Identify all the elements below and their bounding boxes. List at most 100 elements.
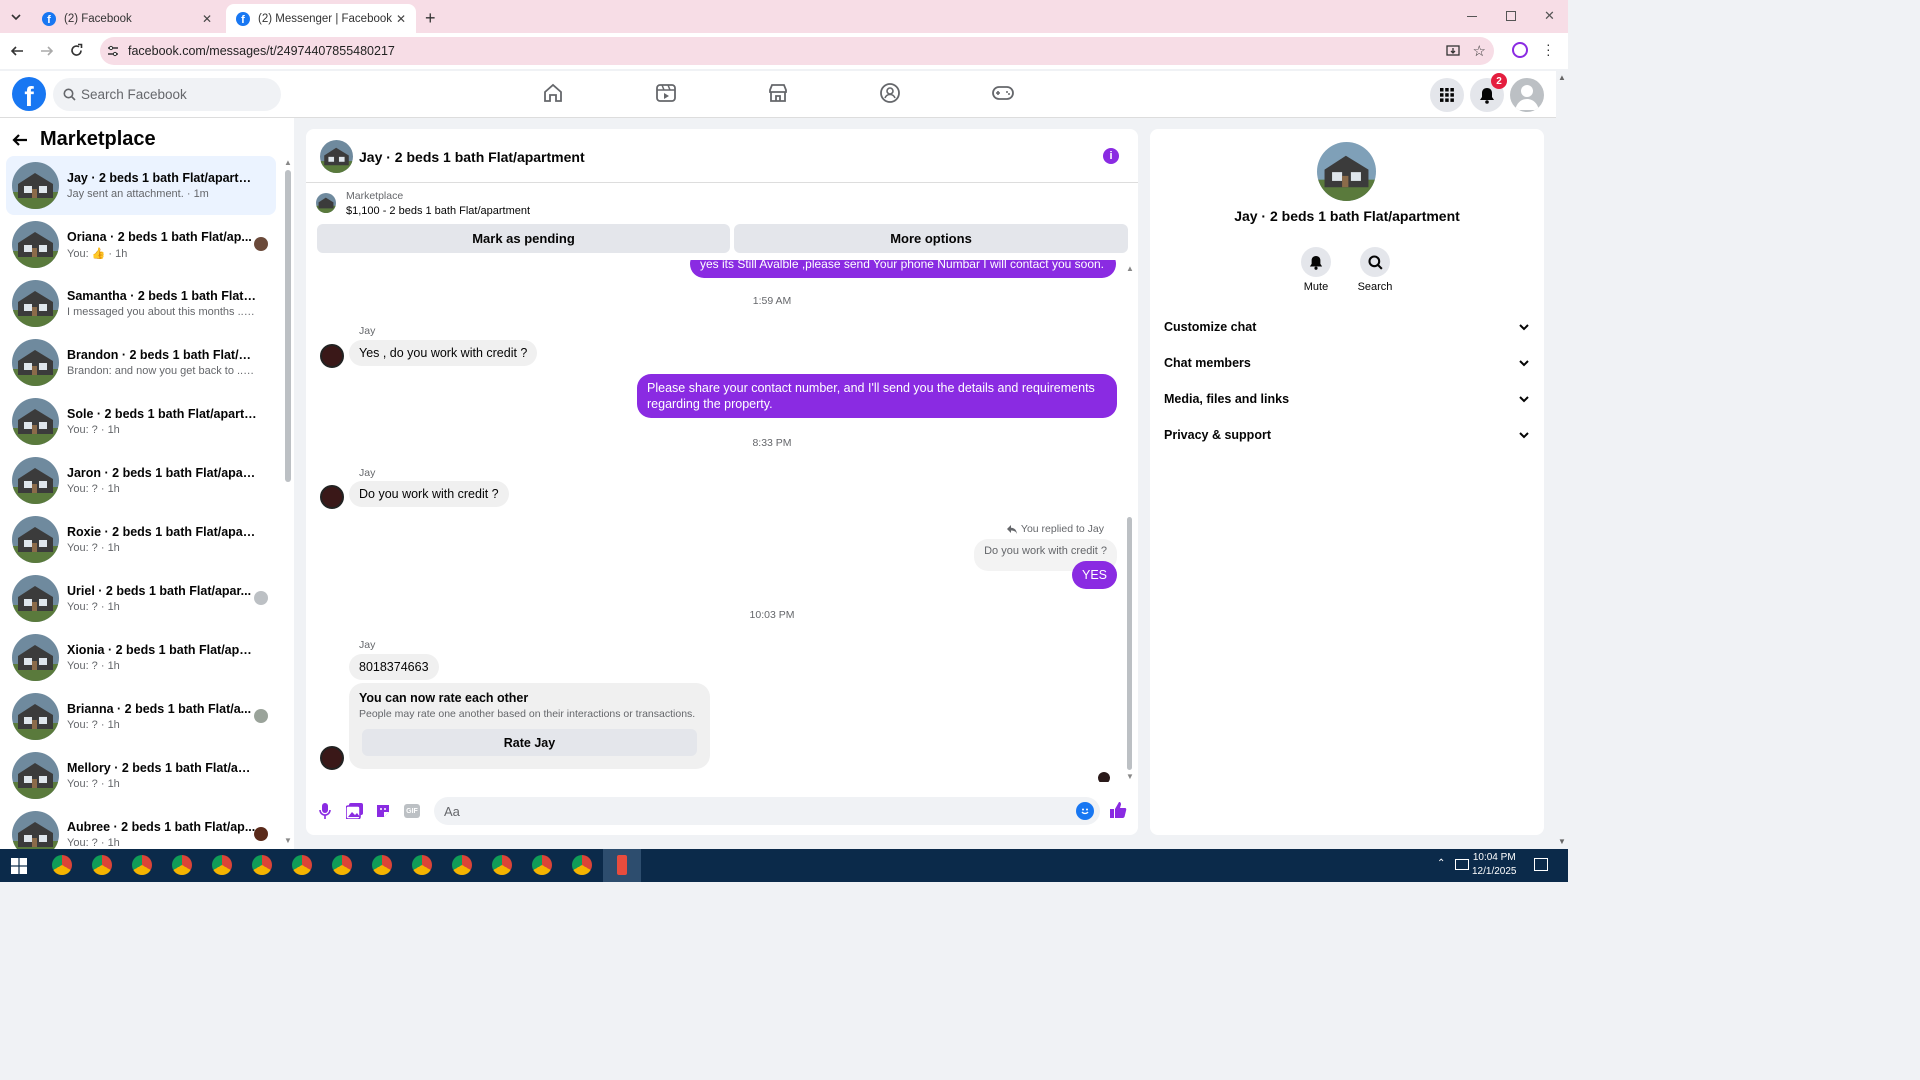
chrome-taskbar-icon[interactable]	[412, 855, 432, 875]
new-tab-button[interactable]: +	[425, 8, 436, 29]
groups-icon[interactable]	[879, 82, 901, 104]
facebook-logo[interactable]: f	[12, 77, 46, 111]
search-facebook-input[interactable]: Search Facebook	[53, 78, 281, 111]
listing-mini-thumbnail[interactable]	[316, 193, 336, 213]
browser-tab-facebook[interactable]: f (2) Facebook ✕	[32, 4, 222, 33]
site-info-icon[interactable]	[107, 45, 119, 57]
marketplace-icon[interactable]	[767, 82, 789, 104]
bookmark-star-icon[interactable]: ☆	[1473, 42, 1486, 60]
conversation-item[interactable]: Brianna · 2 beds 1 bath Flat/a... You: ? …	[6, 687, 276, 746]
buyer-avatar	[254, 709, 268, 723]
active-app-taskbar-icon[interactable]	[603, 849, 641, 882]
jay-avatar	[320, 344, 344, 368]
media-files-links-row[interactable]: Media, files and links	[1164, 381, 1530, 417]
profile-icon[interactable]	[1512, 42, 1528, 58]
browser-menu-icon[interactable]: · · ·	[1546, 37, 1551, 61]
conversation-item[interactable]: Oriana · 2 beds 1 bath Flat/ap... You: 👍 …	[6, 215, 276, 274]
chrome-taskbar-icon[interactable]	[172, 855, 192, 875]
rate-jay-button[interactable]: Rate Jay	[362, 729, 697, 756]
sticker-icon[interactable]	[375, 803, 391, 819]
chrome-taskbar-icon[interactable]	[492, 855, 512, 875]
microphone-icon[interactable]	[319, 803, 331, 819]
page-scroll-up-icon[interactable]: ▲	[1558, 73, 1566, 82]
restore-window-icon[interactable]	[1506, 11, 1516, 21]
close-tab-icon[interactable]: ✕	[396, 12, 406, 26]
chrome-taskbar-icon[interactable]	[572, 855, 592, 875]
listing-price-title[interactable]: $1,100 - 2 beds 1 bath Flat/apartment	[346, 205, 530, 217]
search-icon	[63, 88, 76, 101]
message-input[interactable]: Aa	[434, 797, 1100, 825]
menu-grid-button[interactable]	[1430, 78, 1464, 112]
listing-thumbnail[interactable]	[320, 140, 353, 173]
notification-center-icon[interactable]	[1534, 858, 1548, 871]
install-app-icon[interactable]	[1446, 44, 1460, 58]
conversation-item[interactable]: Jaron · 2 beds 1 bath Flat/apart... You: …	[6, 451, 276, 510]
reload-icon[interactable]	[69, 43, 84, 58]
home-icon[interactable]	[542, 82, 564, 104]
privacy-support-row[interactable]: Privacy & support	[1164, 417, 1530, 453]
thread-scroll-up-icon[interactable]: ▲	[1126, 264, 1134, 273]
video-icon[interactable]	[655, 82, 677, 104]
conversation-item[interactable]: Uriel · 2 beds 1 bath Flat/apar... You: ?…	[6, 569, 276, 628]
windows-start-icon[interactable]	[11, 858, 27, 874]
chat-members-row[interactable]: Chat members	[1164, 345, 1530, 381]
buyer-avatar	[254, 237, 268, 251]
chrome-taskbar-icon[interactable]	[292, 855, 312, 875]
photo-icon[interactable]	[346, 803, 363, 819]
conversation-item[interactable]: Roxie · 2 beds 1 bath Flat/apart... You: …	[6, 510, 276, 569]
conversation-item[interactable]: Sole · 2 beds 1 bath Flat/apartm... You: …	[6, 392, 276, 451]
search-in-chat-button[interactable]: Search	[1345, 247, 1405, 293]
conversation-item[interactable]: Brandon · 2 beds 1 bath Flat/apa... Brand…	[6, 333, 276, 392]
address-bar[interactable]: facebook.com/messages/t/2497440785548021…	[100, 37, 1494, 65]
conversation-preview: You: ? · 1h	[67, 483, 120, 495]
emoji-icon[interactable]	[1076, 802, 1094, 820]
sidebar-scroll-up-icon[interactable]: ▲	[284, 158, 292, 167]
taskbar-clock[interactable]: 10:04 PM 12/1/2025	[1472, 851, 1517, 879]
page-scroll-down-icon[interactable]: ▼	[1558, 837, 1566, 846]
mute-button[interactable]: Mute	[1286, 247, 1346, 293]
sidebar-scrollbar[interactable]	[285, 170, 291, 482]
thread-scroll-down-icon[interactable]: ▼	[1126, 772, 1134, 781]
more-options-button[interactable]: More options	[734, 224, 1128, 253]
chrome-taskbar-icon[interactable]	[452, 855, 472, 875]
thread-scrollbar[interactable]	[1127, 517, 1132, 770]
chrome-taskbar-icon[interactable]	[332, 855, 352, 875]
conversation-item[interactable]: Samantha · 2 beds 1 bath Flat/a... I mess…	[6, 274, 276, 333]
close-window-icon[interactable]: ✕	[1544, 8, 1555, 24]
chrome-taskbar-icon[interactable]	[212, 855, 232, 875]
show-hidden-icons-icon[interactable]: ⌃	[1437, 858, 1445, 869]
chrome-taskbar-icon[interactable]	[532, 855, 552, 875]
back-icon[interactable]	[10, 44, 24, 58]
incoming-message-phone: 8018374663	[349, 654, 439, 680]
chrome-taskbar-icon[interactable]	[132, 855, 152, 875]
gaming-icon[interactable]	[991, 82, 1015, 104]
details-listing-image[interactable]	[1317, 142, 1376, 201]
incoming-message: Yes , do you work with credit ?	[349, 340, 538, 366]
info-icon[interactable]: i	[1103, 148, 1119, 164]
chrome-taskbar-icon[interactable]	[92, 855, 112, 875]
customize-chat-row[interactable]: Customize chat	[1164, 309, 1530, 345]
conversation-item[interactable]: Xionia · 2 beds 1 bath Flat/apart... You:…	[6, 628, 276, 687]
chrome-taskbar-icon[interactable]	[252, 855, 272, 875]
chat-details-panel: Jay · 2 beds 1 bath Flat/apartment Mute …	[1150, 129, 1544, 835]
back-arrow-icon[interactable]	[12, 132, 28, 148]
composer-placeholder: Aa	[444, 803, 460, 819]
forward-icon[interactable]	[40, 44, 54, 58]
conversation-item[interactable]: Jay · 2 beds 1 bath Flat/apartment Jay se…	[6, 156, 276, 215]
tab-search-chevron-icon[interactable]	[9, 10, 23, 24]
browser-tab-messenger[interactable]: f (2) Messenger | Facebook ✕	[226, 4, 416, 33]
bell-icon	[1309, 255, 1323, 270]
account-avatar[interactable]	[1510, 78, 1544, 112]
tab-label: (2) Messenger | Facebook	[258, 12, 393, 25]
network-icon[interactable]	[1455, 859, 1469, 870]
close-tab-icon[interactable]: ✕	[202, 12, 212, 26]
chrome-taskbar-icon[interactable]	[372, 855, 392, 875]
thumbs-up-icon[interactable]	[1109, 801, 1127, 819]
browser-tab-strip: f (2) Facebook ✕ f (2) Messenger | Faceb…	[0, 0, 1568, 33]
chrome-taskbar-icon[interactable]	[52, 855, 72, 875]
mark-as-pending-button[interactable]: Mark as pending	[317, 224, 730, 253]
gif-icon[interactable]: GIF	[404, 804, 420, 818]
minimize-window-icon[interactable]	[1467, 16, 1477, 17]
conversation-item[interactable]: Mellory · 2 beds 1 bath Flat/apar... You:…	[6, 746, 276, 805]
sidebar-scroll-down-icon[interactable]: ▼	[284, 836, 292, 845]
